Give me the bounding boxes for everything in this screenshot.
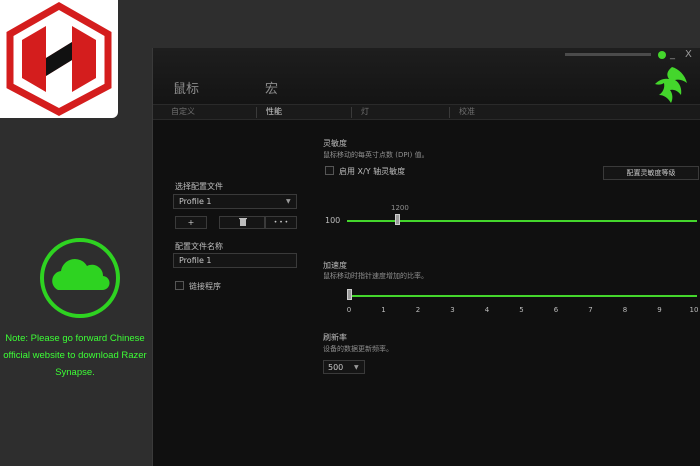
note-line-2: official website to download Razer bbox=[3, 350, 147, 361]
profile-name-input[interactable]: Profile 1 bbox=[173, 253, 297, 268]
note-line-3: Synapse. bbox=[55, 367, 95, 378]
note-line-1: Note: Please go forward Chinese bbox=[5, 333, 145, 344]
acceleration-subtitle: 鼠标移动时指针速度增加的比率。 bbox=[323, 272, 428, 280]
trash-icon bbox=[239, 218, 247, 226]
brand-logo-icon bbox=[6, 1, 112, 116]
synapse-window: _ X 鼠标 宏 自定义 性能 灯 校准 选择配置文件 Profile 1 ▼ … bbox=[152, 48, 700, 466]
download-note: Note: Please go forward Chinese official… bbox=[0, 330, 150, 381]
polling-rate-dropdown[interactable]: 500 ▼ bbox=[323, 360, 365, 374]
cloud-icon bbox=[38, 236, 122, 320]
more-options-button[interactable]: • • • bbox=[265, 216, 297, 229]
acceleration-tick-label: 3 bbox=[450, 306, 455, 314]
polling-rate-subtitle: 设备的数据更新频率。 bbox=[323, 345, 393, 353]
tab-mouse[interactable]: 鼠标 bbox=[173, 78, 199, 97]
polling-rate-title: 刷新率 bbox=[323, 333, 347, 342]
acceleration-tick-label: 9 bbox=[657, 306, 662, 314]
title-bar-indicator bbox=[565, 53, 651, 56]
acceleration-tick-label: 2 bbox=[415, 306, 421, 314]
xy-sensitivity-checkbox[interactable] bbox=[325, 166, 334, 175]
acceleration-slider-track[interactable] bbox=[347, 295, 697, 297]
acceleration-tick-label: 6 bbox=[553, 306, 559, 314]
tab-separator bbox=[256, 107, 257, 118]
acceleration-tick-label: 5 bbox=[519, 306, 524, 314]
polling-rate-value: 500 bbox=[328, 363, 344, 372]
profile-name-label: 配置文件名称 bbox=[175, 242, 223, 251]
tab-customize[interactable]: 自定义 bbox=[171, 106, 195, 117]
acceleration-title: 加速度 bbox=[323, 261, 347, 270]
configure-sensitivity-button[interactable]: 配置灵敏度等级 bbox=[603, 166, 699, 180]
acceleration-tick-label: 1 bbox=[381, 306, 386, 314]
delete-profile-button[interactable] bbox=[219, 216, 265, 229]
link-program-checkbox[interactable] bbox=[175, 281, 184, 290]
tab-macro[interactable]: 宏 bbox=[265, 78, 278, 97]
chevron-down-icon: ▼ bbox=[354, 364, 359, 371]
tab-separator bbox=[351, 107, 352, 118]
dpi-min-label: 100 bbox=[325, 216, 341, 225]
tab-lighting[interactable]: 灯 bbox=[361, 106, 369, 117]
dpi-slider-handle[interactable] bbox=[395, 214, 400, 225]
title-bar: _ X 鼠标 宏 bbox=[153, 48, 700, 104]
sensitivity-title: 灵敏度 bbox=[323, 139, 347, 148]
tab-separator bbox=[449, 107, 450, 118]
chevron-down-icon: ▼ bbox=[286, 198, 291, 205]
link-program-label: 链接程序 bbox=[189, 282, 221, 291]
close-button[interactable]: X bbox=[685, 49, 692, 60]
xy-sensitivity-label: 启用 X/Y 轴灵敏度 bbox=[339, 167, 406, 176]
acceleration-slider-handle[interactable] bbox=[347, 289, 352, 300]
acceleration-tick-label: 10 bbox=[689, 306, 699, 314]
dpi-value-label: 1200 bbox=[391, 204, 409, 212]
acceleration-tick-label: 4 bbox=[484, 306, 490, 314]
profile-name-value: Profile 1 bbox=[179, 256, 212, 265]
brand-logo bbox=[0, 0, 118, 118]
acceleration-tick-label: 8 bbox=[622, 306, 628, 314]
profile-select-label: 选择配置文件 bbox=[175, 182, 223, 191]
profile-dropdown-value: Profile 1 bbox=[179, 197, 212, 206]
sub-tab-bar: 自定义 性能 灯 校准 bbox=[153, 104, 700, 120]
tab-calibration[interactable]: 校准 bbox=[459, 106, 475, 117]
sensitivity-subtitle: 鼠标移动的每英寸点数 (DPI) 值。 bbox=[323, 151, 429, 159]
acceleration-tick-label: 0 bbox=[346, 306, 352, 314]
acceleration-tick-label: 7 bbox=[588, 306, 593, 314]
profile-dropdown[interactable]: Profile 1 ▼ bbox=[173, 194, 297, 209]
tab-performance[interactable]: 性能 bbox=[266, 106, 282, 117]
status-online-icon bbox=[658, 51, 666, 59]
add-profile-button[interactable]: + bbox=[175, 216, 207, 229]
razer-snake-icon bbox=[655, 67, 687, 103]
minimize-button[interactable]: _ bbox=[670, 49, 675, 60]
